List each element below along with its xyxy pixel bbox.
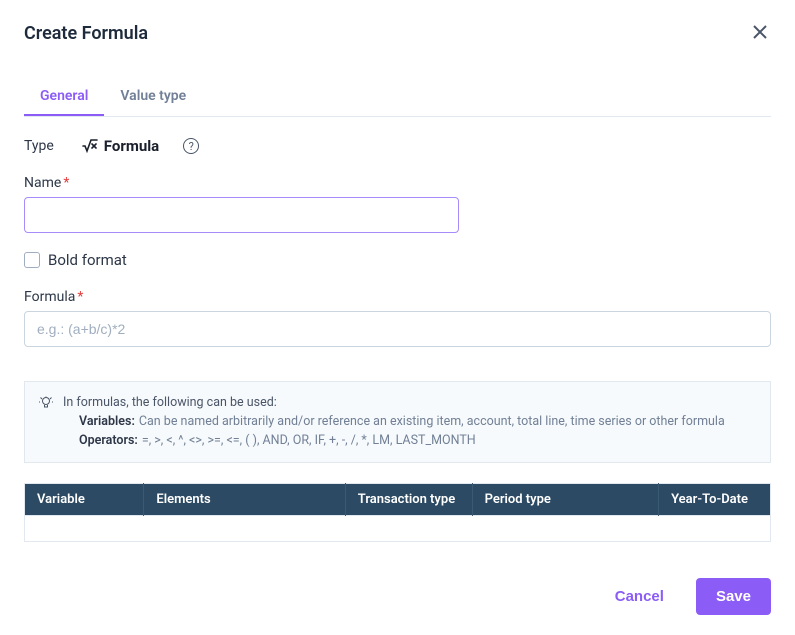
type-label: Type <box>24 138 54 154</box>
table-header-row: Variable Elements Transaction type Perio… <box>25 484 771 516</box>
type-row: Type Formula ? <box>24 137 771 155</box>
hint-content: In formulas, the following can be used: … <box>63 394 725 450</box>
col-year-to-date: Year-To-Date <box>659 484 771 516</box>
hint-variables-label: Variables: <box>79 413 135 432</box>
create-formula-modal: Create Formula General Value type Type F… <box>0 0 795 635</box>
formula-field-group: Formula* <box>24 289 771 347</box>
cancel-button[interactable]: Cancel <box>599 578 680 615</box>
tabs: General Value type <box>24 78 771 117</box>
close-button[interactable] <box>749 20 771 46</box>
bold-format-checkbox[interactable] <box>24 252 40 268</box>
col-elements: Elements <box>144 484 345 516</box>
hint-variables-text: Can be named arbitrarily and/or referenc… <box>139 413 725 432</box>
name-field-group: Name* <box>24 175 771 233</box>
required-asterisk: * <box>77 289 83 305</box>
variables-table: Variable Elements Transaction type Perio… <box>24 483 771 542</box>
bold-format-label: Bold format <box>48 251 127 269</box>
type-value-text: Formula <box>104 137 159 155</box>
formula-icon <box>82 139 98 153</box>
formula-hint: In formulas, the following can be used: … <box>24 381 771 463</box>
save-button[interactable]: Save <box>696 578 771 615</box>
col-transaction-type: Transaction type <box>345 484 472 516</box>
col-variable: Variable <box>25 484 144 516</box>
close-icon <box>753 23 767 43</box>
formula-input[interactable] <box>24 311 771 347</box>
hint-operators-text: =, >, <, ^, <>, >=, <=, ( ), AND, OR, IF… <box>142 432 476 451</box>
tab-general[interactable]: General <box>24 78 104 116</box>
bold-format-row: Bold format <box>24 251 771 269</box>
tab-value-type[interactable]: Value type <box>104 78 202 116</box>
modal-title: Create Formula <box>24 23 148 44</box>
hint-variables-line: Variables: Can be named arbitrarily and/… <box>63 413 725 432</box>
lightbulb-icon <box>39 396 53 450</box>
help-icon[interactable]: ? <box>183 138 199 154</box>
name-input[interactable] <box>24 197 459 233</box>
hint-operators-label: Operators: <box>79 432 138 451</box>
hint-intro: In formulas, the following can be used: <box>63 394 725 413</box>
name-label: Name* <box>24 175 771 191</box>
hint-operators-line: Operators: =, >, <, ^, <>, >=, <=, ( ), … <box>63 432 725 451</box>
formula-label: Formula* <box>24 289 771 305</box>
type-value: Formula <box>82 137 159 155</box>
modal-footer: Cancel Save <box>24 558 771 615</box>
required-asterisk: * <box>63 175 69 191</box>
modal-header: Create Formula <box>24 20 771 46</box>
col-period-type: Period type <box>472 484 659 516</box>
table-row <box>25 516 771 542</box>
